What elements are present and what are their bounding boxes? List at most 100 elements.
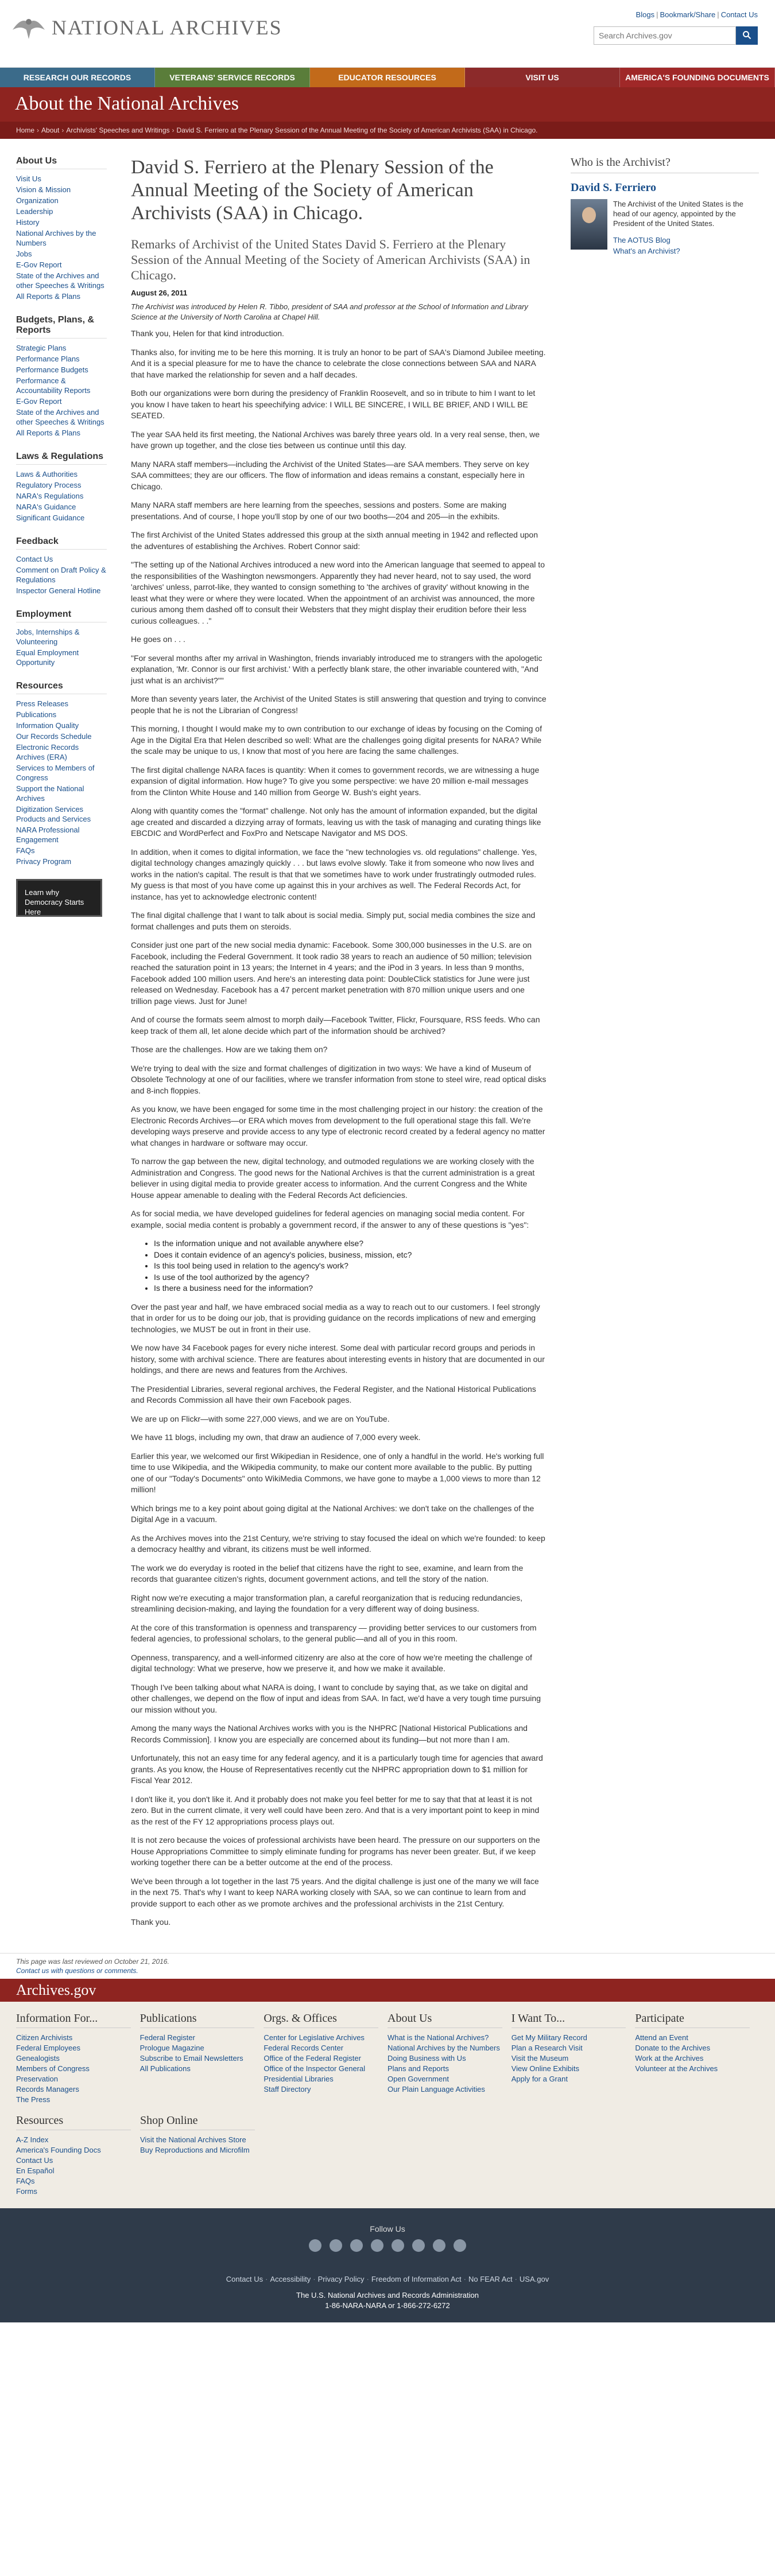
footer-link-plan-a-research-visit[interactable]: Plan a Research Visit [512, 2044, 583, 2052]
sidebar-item-performance-accountability-reports[interactable]: Performance & Accountability Reports [16, 376, 90, 395]
footer-link-plans-and-reports[interactable]: Plans and Reports [388, 2064, 449, 2073]
nav-founding-documents[interactable]: America's Founding Documents [620, 68, 775, 87]
footer-link-federal-employees[interactable]: Federal Employees [16, 2044, 80, 2052]
blogs-link[interactable]: Blogs [636, 10, 655, 19]
sidebar-item-information-quality[interactable]: Information Quality [16, 721, 79, 730]
sidebar-item-performance-budgets[interactable]: Performance Budgets [16, 365, 88, 374]
footer-link-donate-to-the-archives[interactable]: Donate to the Archives [635, 2044, 710, 2052]
footer-link-open-government[interactable]: Open Government [388, 2075, 449, 2083]
sidebar-item-history[interactable]: History [16, 218, 39, 227]
sidebar-item-e-gov-report[interactable]: E-Gov Report [16, 260, 61, 269]
sidebar-item-nara-s-guidance[interactable]: NARA's Guidance [16, 503, 76, 511]
sidebar-item-equal-employment-opportunity[interactable]: Equal Employment Opportunity [16, 648, 79, 667]
email-icon[interactable] [454, 2239, 466, 2252]
twitter-icon[interactable] [330, 2239, 342, 2252]
sidebar-item-regulatory-process[interactable]: Regulatory Process [16, 481, 81, 489]
footer-link-federal-records-center[interactable]: Federal Records Center [264, 2044, 343, 2052]
sidebar-item-national-archives-by-the-numbers[interactable]: National Archives by the Numbers [16, 229, 96, 247]
flickr-icon[interactable] [433, 2239, 445, 2252]
search-button[interactable] [736, 26, 758, 45]
sidebar-item-all-reports-plans[interactable]: All Reports & Plans [16, 292, 80, 301]
footer-link-citizen-archivists[interactable]: Citizen Archivists [16, 2033, 72, 2042]
footer-bottom-link-usa-gov[interactable]: USA.gov [520, 2275, 549, 2283]
sidebar-item-services-to-members-of-congress[interactable]: Services to Members of Congress [16, 764, 95, 782]
sidebar-item-privacy-program[interactable]: Privacy Program [16, 857, 71, 866]
sidebar-item-our-records-schedule[interactable]: Our Records Schedule [16, 732, 92, 741]
footer-link-members-of-congress[interactable]: Members of Congress [16, 2064, 90, 2073]
breadcrumb-home[interactable]: Home [16, 126, 34, 134]
footer-bottom-link-contact-us[interactable]: Contact Us [226, 2275, 263, 2283]
search-input[interactable] [594, 26, 736, 45]
footer-link-volunteer-at-the-archives[interactable]: Volunteer at the Archives [635, 2064, 718, 2073]
sidebar-item-press-releases[interactable]: Press Releases [16, 699, 68, 708]
footer-bottom-link-privacy-policy[interactable]: Privacy Policy [318, 2275, 365, 2283]
footer-logo[interactable]: Archives.gov [16, 1982, 96, 1998]
footer-link-the-press[interactable]: The Press [16, 2095, 50, 2104]
sidebar-item-e-gov-report[interactable]: E-Gov Report [16, 397, 61, 406]
footer-link-office-of-the-federal-register[interactable]: Office of the Federal Register [264, 2054, 361, 2063]
footer-link-buy-reproductions-and-microfilm[interactable]: Buy Reproductions and Microfilm [140, 2146, 250, 2154]
footer-link-forms[interactable]: Forms [16, 2187, 37, 2196]
footer-link-contact-us[interactable]: Contact Us [16, 2156, 53, 2165]
sidebar-item-organization[interactable]: Organization [16, 196, 59, 205]
footer-link-doing-business-with-us[interactable]: Doing Business with Us [388, 2054, 466, 2063]
footer-link-staff-directory[interactable]: Staff Directory [264, 2085, 311, 2094]
footer-link-records-managers[interactable]: Records Managers [16, 2085, 79, 2094]
footer-bottom-link-accessibility[interactable]: Accessibility [270, 2275, 311, 2283]
nav-research-records[interactable]: Research Our Records [0, 68, 155, 87]
sidebar-item-digitization-services-products-and-services[interactable]: Digitization Services Products and Servi… [16, 805, 91, 823]
footer-link-faqs[interactable]: FAQs [16, 2177, 35, 2185]
youtube-icon[interactable] [392, 2239, 404, 2252]
footer-link-federal-register[interactable]: Federal Register [140, 2033, 195, 2042]
sidebar-item-jobs[interactable]: Jobs [16, 250, 32, 258]
footer-link-all-publications[interactable]: All Publications [140, 2064, 191, 2073]
sidebar-item-significant-guidance[interactable]: Significant Guidance [16, 513, 84, 522]
footer-link-en-espa-ol[interactable]: En Español [16, 2166, 55, 2175]
archivist-name[interactable]: David S. Ferriero [571, 181, 759, 194]
footer-link-a-z-index[interactable]: A-Z Index [16, 2135, 48, 2144]
footer-bottom-link-freedom-of-information-act[interactable]: Freedom of Information Act [371, 2275, 462, 2283]
footer-link-work-at-the-archives[interactable]: Work at the Archives [635, 2054, 703, 2063]
tumblr-icon[interactable] [371, 2239, 383, 2252]
sidebar-item-jobs-internships-volunteering[interactable]: Jobs, Internships & Volunteering [16, 628, 80, 646]
footer-link-prologue-magazine[interactable]: Prologue Magazine [140, 2044, 204, 2052]
sidebar-item-contact-us[interactable]: Contact Us [16, 555, 53, 563]
footer-link-apply-for-a-grant[interactable]: Apply for a Grant [512, 2075, 568, 2083]
footer-link-genealogists[interactable]: Genealogists [16, 2054, 60, 2063]
aotus-blog-link[interactable]: The AOTUS Blog [613, 235, 759, 245]
sidebar-item-state-of-the-archives-and-other-speeches-writings[interactable]: State of the Archives and other Speeches… [16, 408, 104, 426]
footer-link-attend-an-event[interactable]: Attend an Event [635, 2033, 688, 2042]
footer-link-subscribe-to-email-newsletters[interactable]: Subscribe to Email Newsletters [140, 2054, 243, 2063]
nav-veterans-records[interactable]: Veterans' Service Records [155, 68, 310, 87]
footer-link-presidential-libraries[interactable]: Presidential Libraries [264, 2075, 333, 2083]
contact-us-link[interactable]: Contact Us [721, 10, 758, 19]
footer-link-what-is-the-national-archives[interactable]: What is the National Archives? [388, 2033, 489, 2042]
footer-link-national-archives-by-the-numbers[interactable]: National Archives by the Numbers [388, 2044, 500, 2052]
facebook-icon[interactable] [309, 2239, 321, 2252]
breadcrumb-about[interactable]: About [41, 126, 59, 134]
sidebar-item-publications[interactable]: Publications [16, 710, 56, 719]
footer-link-america-s-founding-docs[interactable]: America's Founding Docs [16, 2146, 101, 2154]
footer-link-visit-the-national-archives-store[interactable]: Visit the National Archives Store [140, 2135, 246, 2144]
footer-link-view-online-exhibits[interactable]: View Online Exhibits [512, 2064, 579, 2073]
blogs-icon[interactable] [412, 2239, 425, 2252]
sidebar-item-laws-authorities[interactable]: Laws & Authorities [16, 470, 78, 478]
sidebar-item-state-of-the-archives-and-other-speeches-writings[interactable]: State of the Archives and other Speeches… [16, 271, 104, 290]
footer-bottom-link-no-fear-act[interactable]: No FEAR Act [468, 2275, 513, 2283]
breadcrumb-speeches[interactable]: Archivists' Speeches and Writings [66, 126, 169, 134]
sidebar-item-faqs[interactable]: FAQs [16, 846, 35, 855]
footer-link-center-for-legislative-archives[interactable]: Center for Legislative Archives [264, 2033, 365, 2042]
sidebar-item-visit-us[interactable]: Visit Us [16, 174, 41, 183]
sidebar-item-nara-professional-engagement[interactable]: NARA Professional Engagement [16, 826, 80, 844]
sidebar-item-performance-plans[interactable]: Performance Plans [16, 355, 80, 363]
contact-comments-link[interactable]: Contact us with questions or comments. [16, 1966, 759, 1975]
sidebar-item-electronic-records-archives-era[interactable]: Electronic Records Archives (ERA) [16, 743, 79, 761]
sidebar-item-strategic-plans[interactable]: Strategic Plans [16, 344, 66, 352]
site-logo[interactable]: NATIONAL ARCHIVES [10, 13, 282, 42]
whats-an-archivist-link[interactable]: What's an Archivist? [613, 246, 759, 256]
instagram-icon[interactable] [350, 2239, 363, 2252]
footer-link-get-my-military-record[interactable]: Get My Military Record [512, 2033, 587, 2042]
sidebar-item-vision-mission[interactable]: Vision & Mission [16, 185, 71, 194]
sidebar-item-inspector-general-hotline[interactable]: Inspector General Hotline [16, 586, 100, 595]
sidebar-item-support-the-national-archives[interactable]: Support the National Archives [16, 784, 84, 803]
